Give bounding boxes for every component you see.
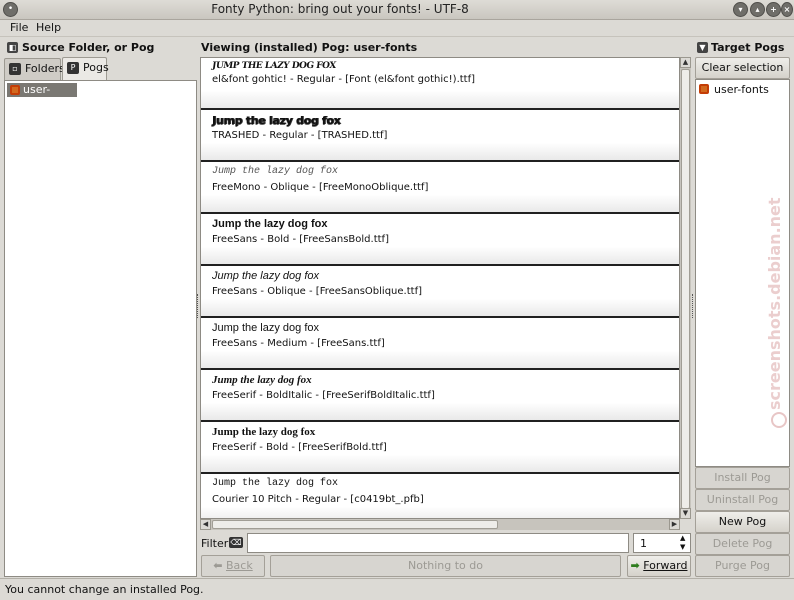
scroll-up-button[interactable]: ▲ [680, 57, 691, 68]
tab-pogs-label: Pogs [83, 61, 109, 74]
forward-button[interactable]: ➡ Forward [627, 555, 691, 577]
tab-pogs[interactable]: P Pogs [62, 57, 109, 81]
vertical-scrollbar[interactable]: ▲ ▼ [680, 57, 691, 519]
folder-icon: ▫ [9, 63, 21, 75]
uninstall-pog-button[interactable]: Uninstall Pog [695, 489, 790, 511]
target-pog-item-user-fonts[interactable]: user-fonts [696, 82, 786, 97]
forward-arrow-icon: ➡ [630, 559, 640, 572]
page-spinner[interactable]: 1 ▲ ▼ [633, 533, 691, 553]
watermark-text: screenshots.debian.net [765, 197, 784, 410]
font-row[interactable]: Jump the lazy dog fox TRASHED - Regular … [201, 108, 679, 160]
filter-input[interactable] [247, 533, 629, 553]
back-arrow-icon: ⬅ [213, 559, 223, 572]
font-info: FreeSerif - BoldItalic - [FreeSerifBoldI… [212, 390, 435, 401]
font-sample: Jump the lazy dog fox [212, 270, 320, 282]
font-view: JUMP THE LAZY DOG FOX el&font gohtic! - … [200, 57, 680, 519]
font-sample: Jump the lazy dog fox [212, 166, 339, 177]
pog-tab-icon: P [67, 62, 79, 74]
page-number: 1 [640, 537, 647, 550]
scroll-right-button[interactable]: ▶ [669, 519, 680, 530]
font-info: FreeSans - Bold - [FreeSansBold.ttf] [212, 234, 389, 245]
font-row[interactable]: Jump the lazy dog fox FreeSans - Oblique… [201, 264, 679, 316]
font-sample: Jump the lazy dog fox [212, 322, 320, 334]
font-sample: Jump the lazy dog fox [212, 478, 339, 489]
font-row[interactable]: Jump the lazy dog fox Courier 10 Pitch -… [201, 472, 679, 518]
viewing-header: Viewing (installed) Pog: user-fonts [201, 41, 418, 54]
font-row[interactable]: JUMP THE LAZY DOG FOX el&font gohtic! - … [201, 58, 679, 108]
menu-help[interactable]: Help [36, 21, 61, 34]
font-info: FreeSans - Medium - [FreeSans.ttf] [212, 338, 385, 349]
source-folder-icon: ◧ [7, 42, 18, 53]
font-sample: Jump the lazy dog fox [212, 114, 341, 127]
window-maximize-button[interactable]: + [766, 2, 781, 17]
status-button[interactable]: Nothing to do [270, 555, 621, 577]
menu-file[interactable]: File [10, 21, 28, 34]
tab-folders[interactable]: ▫ Folders [4, 58, 65, 80]
source-panel-header: Source Folder, or Pog [22, 41, 155, 54]
target-pog-label: user-fonts [714, 83, 769, 96]
font-row[interactable]: Jump the lazy dog fox FreeSerif - BoldIt… [201, 368, 679, 420]
font-row[interactable]: Jump the lazy dog fox FreeSans - Bold - … [201, 212, 679, 264]
purge-pog-button[interactable]: Purge Pog [695, 555, 790, 577]
debian-screenshots-watermark: screenshots.debian.net [765, 197, 787, 428]
title-bar: • Fonty Python: bring out your fonts! - … [0, 0, 794, 20]
font-row[interactable]: Jump the lazy dog fox FreeSerif - Bold -… [201, 420, 679, 472]
font-info: FreeMono - Oblique - [FreeMonoOblique.tt… [212, 182, 429, 193]
window-close-button[interactable]: × [781, 2, 793, 17]
pog-icon [699, 84, 709, 94]
font-info: TRASHED - Regular - [TRASHED.ttf] [212, 130, 388, 141]
back-button[interactable]: ⬅ Back [201, 555, 265, 577]
font-info: FreeSans - Oblique - [FreeSansOblique.tt… [212, 286, 422, 297]
pog-icon [10, 85, 20, 95]
scroll-left-button[interactable]: ◀ [200, 519, 211, 530]
spinner-arrows-icon[interactable]: ▲ ▼ [680, 534, 685, 552]
install-pog-button[interactable]: Install Pog [695, 467, 790, 489]
pog-item-label: user-fonts [23, 83, 51, 110]
window-shade-button[interactable]: ▴ [750, 2, 765, 17]
status-bar: You cannot change an installed Pog. [0, 578, 794, 600]
status-text: You cannot change an installed Pog. [5, 583, 204, 596]
target-pogs-icon: ▼ [697, 42, 708, 53]
menu-bar: File Help [0, 20, 794, 37]
clear-filter-icon[interactable]: ⌫ [229, 537, 243, 548]
font-info: FreeSerif - Bold - [FreeSerifBold.ttf] [212, 442, 387, 453]
font-sample: Jump the lazy dog fox [212, 374, 312, 386]
scrollbar-thumb[interactable] [681, 69, 690, 509]
target-panel-header: Target Pogs [711, 41, 785, 54]
horizontal-scrollbar[interactable]: ◀ ▶ [200, 519, 680, 530]
pog-list: user-fonts [4, 80, 197, 577]
font-sample: JUMP THE LAZY DOG FOX [211, 61, 337, 71]
font-sample: Jump the lazy dog fox [212, 426, 316, 438]
tab-folders-label: Folders [25, 62, 65, 75]
clear-selection-button[interactable]: Clear selection [695, 57, 790, 79]
window-title: Fonty Python: bring out your fonts! - UT… [211, 2, 469, 16]
filter-label: Filter: [201, 537, 232, 550]
font-row[interactable]: Jump the lazy dog fox FreeMono - Oblique… [201, 160, 679, 212]
new-pog-button[interactable]: New Pog [695, 511, 790, 533]
font-row[interactable]: Jump the lazy dog fox FreeSans - Medium … [201, 316, 679, 368]
scroll-down-button[interactable]: ▼ [680, 508, 691, 519]
font-info: el&font gohtic! - Regular - [Font (el&fo… [212, 74, 476, 85]
font-info: Courier 10 Pitch - Regular - [c0419bt_.p… [212, 494, 424, 505]
delete-pog-button[interactable]: Delete Pog [695, 533, 790, 555]
font-sample: Jump the lazy dog fox [212, 218, 328, 230]
window-minimize-button[interactable]: ▾ [733, 2, 748, 17]
h-scrollbar-thumb[interactable] [212, 520, 498, 529]
pog-item-user-fonts[interactable]: user-fonts [7, 83, 77, 110]
